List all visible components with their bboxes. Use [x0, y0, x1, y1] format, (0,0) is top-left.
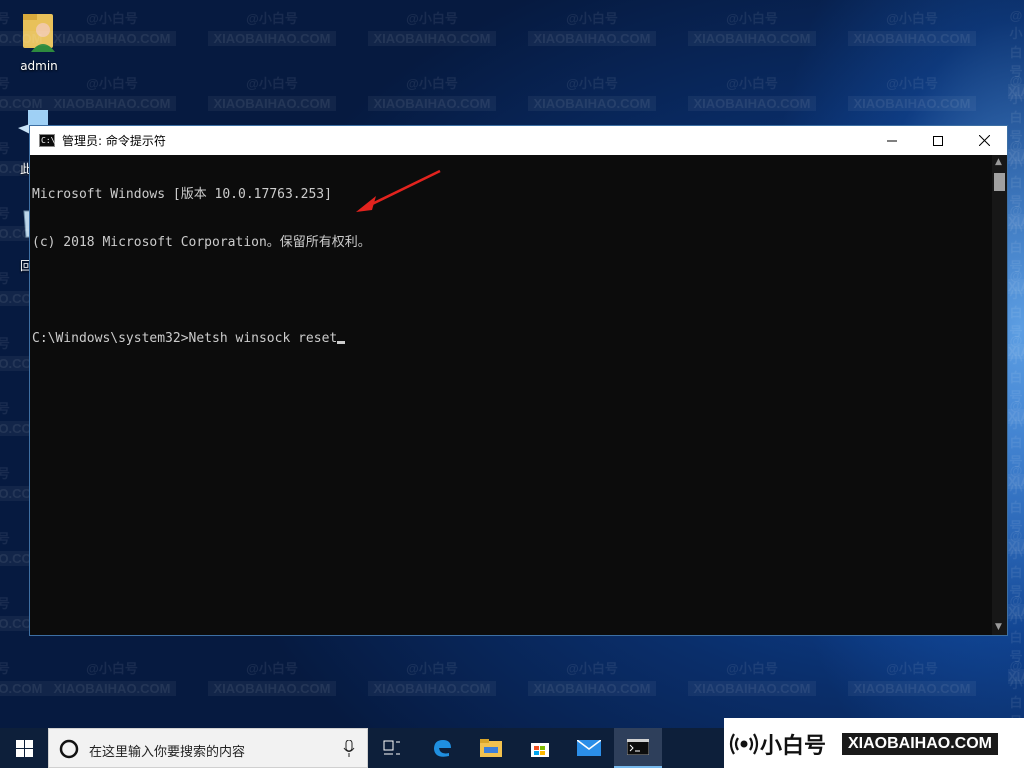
- microphone-icon[interactable]: [343, 740, 355, 758]
- file-explorer-icon: [480, 739, 502, 757]
- command-prompt-icon: [627, 739, 649, 755]
- task-view-icon: [383, 740, 400, 755]
- cortana-icon: [59, 739, 79, 759]
- console-line: (c) 2018 Microsoft Corporation。保留所有权利。: [32, 235, 371, 250]
- taskbar-search-box[interactable]: 在这里输入你要搜索的内容: [48, 728, 368, 768]
- console-prompt-line[interactable]: C:\Windows\system32>Netsh winsock reset: [32, 331, 992, 347]
- maximize-button[interactable]: [915, 126, 961, 155]
- edge-button[interactable]: [418, 728, 466, 768]
- minimize-button[interactable]: [869, 126, 915, 155]
- desktop-icon-label: admin: [20, 59, 58, 73]
- console-line: Microsoft Windows [版本 10.0.17763.253]: [32, 187, 332, 202]
- search-placeholder: 在这里输入你要搜索的内容: [89, 745, 246, 760]
- logo-text: 小白号: [760, 733, 827, 758]
- store-icon: [531, 743, 549, 757]
- command-prompt-icon: C:\: [39, 134, 56, 147]
- site-logo: 小白号 XIAOBAIHAO.COM: [724, 718, 1024, 768]
- logo-domain: XIAOBAIHAO.COM: [842, 733, 998, 755]
- text-cursor: [337, 341, 346, 344]
- scrollbar-thumb[interactable]: [994, 173, 1005, 191]
- store-button[interactable]: [516, 728, 564, 768]
- scroll-down-icon[interactable]: ▼: [995, 622, 1002, 632]
- vertical-scrollbar[interactable]: ▲ ▼: [992, 155, 1007, 635]
- command-prompt-window[interactable]: C:\ 管理员: 命令提示符 Microsoft Windows [版本 10.…: [29, 125, 1008, 636]
- user-folder-icon: [23, 14, 55, 52]
- minimize-icon: [887, 140, 897, 141]
- file-explorer-button[interactable]: [467, 728, 515, 768]
- console-output[interactable]: Microsoft Windows [版本 10.0.17763.253] (c…: [30, 155, 992, 635]
- close-button[interactable]: [961, 126, 1007, 155]
- start-button[interactable]: [0, 728, 48, 768]
- window-titlebar[interactable]: C:\ 管理员: 命令提示符: [30, 126, 1007, 155]
- mail-icon: [577, 740, 601, 756]
- task-view-button[interactable]: [368, 728, 416, 768]
- close-icon: [978, 135, 990, 146]
- broadcast-icon: [729, 733, 759, 755]
- maximize-icon: [933, 135, 943, 146]
- command-prompt-taskbar-button[interactable]: [614, 728, 662, 768]
- scroll-up-icon[interactable]: ▲: [995, 157, 1002, 167]
- mail-button[interactable]: [565, 728, 613, 768]
- desktop-icon-admin[interactable]: admin: [10, 8, 68, 73]
- console-command: C:\Windows\system32>Netsh winsock reset: [32, 331, 338, 346]
- window-title: 管理员: 命令提示符: [62, 134, 166, 148]
- edge-icon: [434, 740, 451, 757]
- windows-logo-icon: [15, 739, 33, 757]
